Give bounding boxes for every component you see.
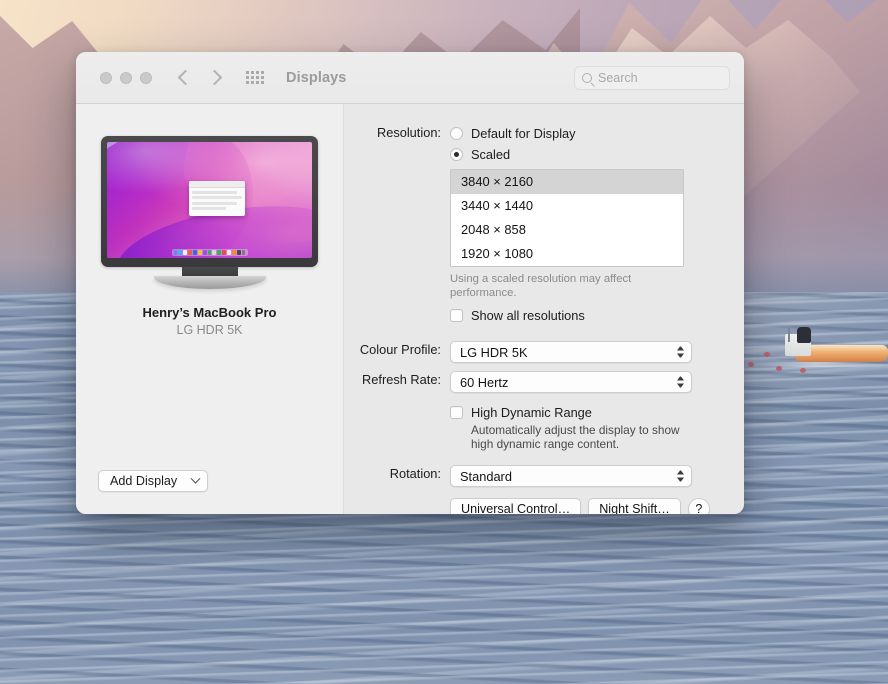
add-display-label: Add Display: [110, 474, 178, 488]
help-button[interactable]: ?: [687, 498, 710, 514]
page-title: Displays: [286, 69, 347, 86]
high-dynamic-range-checkbox[interactable]: [450, 406, 463, 419]
hdr-checkbox-row[interactable]: High Dynamic Range: [450, 405, 744, 420]
colour-profile-label: Colour Profile:: [359, 342, 441, 357]
buoy-marker: [776, 366, 782, 371]
colour-profile-value: LG HDR 5K: [460, 345, 528, 360]
refresh-rate-value: 60 Hertz: [460, 375, 509, 390]
monitor-stand-base: [153, 276, 266, 289]
rotation-label: Rotation:: [389, 466, 441, 481]
monitor-screen: [107, 142, 312, 258]
action-buttons: Universal Control… Night Shift… ?: [450, 498, 744, 514]
window-body: Henry’s MacBook Pro LG HDR 5K Add Displa…: [76, 104, 744, 514]
buoy-marker: [748, 362, 754, 367]
back-chevron-icon[interactable]: [177, 69, 194, 86]
radio-default-label: Default for Display: [471, 125, 576, 141]
rotation-row: Rotation: Standard: [344, 465, 744, 487]
refresh-rate-label: Refresh Rate:: [362, 372, 441, 387]
radio-scaled-label: Scaled: [471, 146, 511, 162]
chevron-updown-icon: [677, 470, 684, 482]
close-button[interactable]: [100, 71, 112, 84]
preview-window: [189, 181, 245, 217]
buoy-marker: [800, 368, 806, 373]
resolution-list-item[interactable]: 1920 × 1080: [451, 242, 683, 266]
minimize-button[interactable]: [120, 71, 132, 84]
search-input[interactable]: [598, 71, 718, 85]
desktop-wallpaper: Displays Search Henry’s MacBook Pro LG H…: [0, 0, 888, 684]
resolution-list[interactable]: 3840 × 2160 3440 × 1440 2048 × 858 1920 …: [450, 169, 684, 267]
monitor-mockup: [76, 136, 343, 289]
boat-mast: [788, 328, 790, 342]
resolution-list-item[interactable]: 3440 × 1440: [451, 194, 683, 218]
resolution-list-item[interactable]: 2048 × 858: [451, 218, 683, 242]
rotation-popup[interactable]: Standard: [450, 465, 692, 487]
display-preview-pane: Henry’s MacBook Pro LG HDR 5K Add Displa…: [76, 104, 344, 514]
universal-control-button[interactable]: Universal Control…: [450, 498, 582, 514]
colour-profile-popup[interactable]: LG HDR 5K: [450, 341, 692, 363]
radio-scaled[interactable]: [450, 147, 463, 161]
add-display-button[interactable]: Add Display: [98, 470, 208, 492]
night-shift-button[interactable]: Night Shift…: [588, 498, 681, 514]
monitor-bezel: [101, 136, 318, 267]
resolution-row: Resolution: Default for Display Scaled 3…: [344, 124, 744, 323]
refresh-rate-popup[interactable]: 60 Hertz: [450, 371, 692, 393]
window-titlebar: Displays: [76, 52, 744, 104]
hdr-description: Automatically adjust the display to show…: [471, 423, 680, 451]
forward-chevron-icon[interactable]: [206, 69, 223, 86]
hdr-row: High Dynamic Range Automatically adjust …: [344, 405, 744, 451]
chevron-updown-icon: [677, 346, 684, 358]
show-all-resolutions-row[interactable]: Show all resolutions: [450, 308, 744, 323]
monitor-stand-neck: [181, 267, 238, 276]
rotation-value: Standard: [460, 469, 512, 484]
navigation-controls: [177, 69, 223, 86]
chevron-updown-icon: [677, 376, 684, 388]
colour-profile-row: Colour Profile: LG HDR 5K: [344, 341, 744, 363]
search-icon: [582, 73, 592, 83]
show-all-resolutions-checkbox[interactable]: [450, 309, 463, 322]
high-dynamic-range-label: High Dynamic Range: [471, 405, 592, 420]
resolution-option-scaled[interactable]: Scaled: [450, 145, 744, 163]
show-all-grid-icon[interactable]: [246, 71, 264, 84]
display-model: LG HDR 5K: [176, 323, 243, 337]
boat-wake: [745, 362, 888, 367]
zoom-button[interactable]: [140, 71, 152, 84]
displays-preferences-window: Displays Search Henry’s MacBook Pro LG H…: [76, 52, 744, 514]
search-field[interactable]: [574, 66, 730, 90]
resolution-list-item[interactable]: 3840 × 2160: [451, 170, 683, 194]
buoy-marker: [764, 352, 770, 357]
preview-dock: [171, 249, 248, 256]
boat-motor: [797, 327, 811, 343]
traffic-lights: [100, 71, 152, 84]
resolution-label: Resolution:: [376, 125, 441, 140]
chevron-down-icon: [190, 473, 201, 484]
radio-default-for-display[interactable]: [450, 126, 463, 140]
show-all-resolutions-label: Show all resolutions: [471, 308, 585, 323]
resolution-option-default[interactable]: Default for Display: [450, 124, 744, 142]
display-settings-pane: Resolution: Default for Display Scaled 3…: [344, 104, 744, 514]
refresh-rate-row: Refresh Rate: 60 Hertz: [344, 371, 744, 393]
display-name: Henry’s MacBook Pro: [142, 305, 277, 320]
scaled-resolution-hint: Using a scaled resolution may affect per…: [450, 273, 632, 299]
